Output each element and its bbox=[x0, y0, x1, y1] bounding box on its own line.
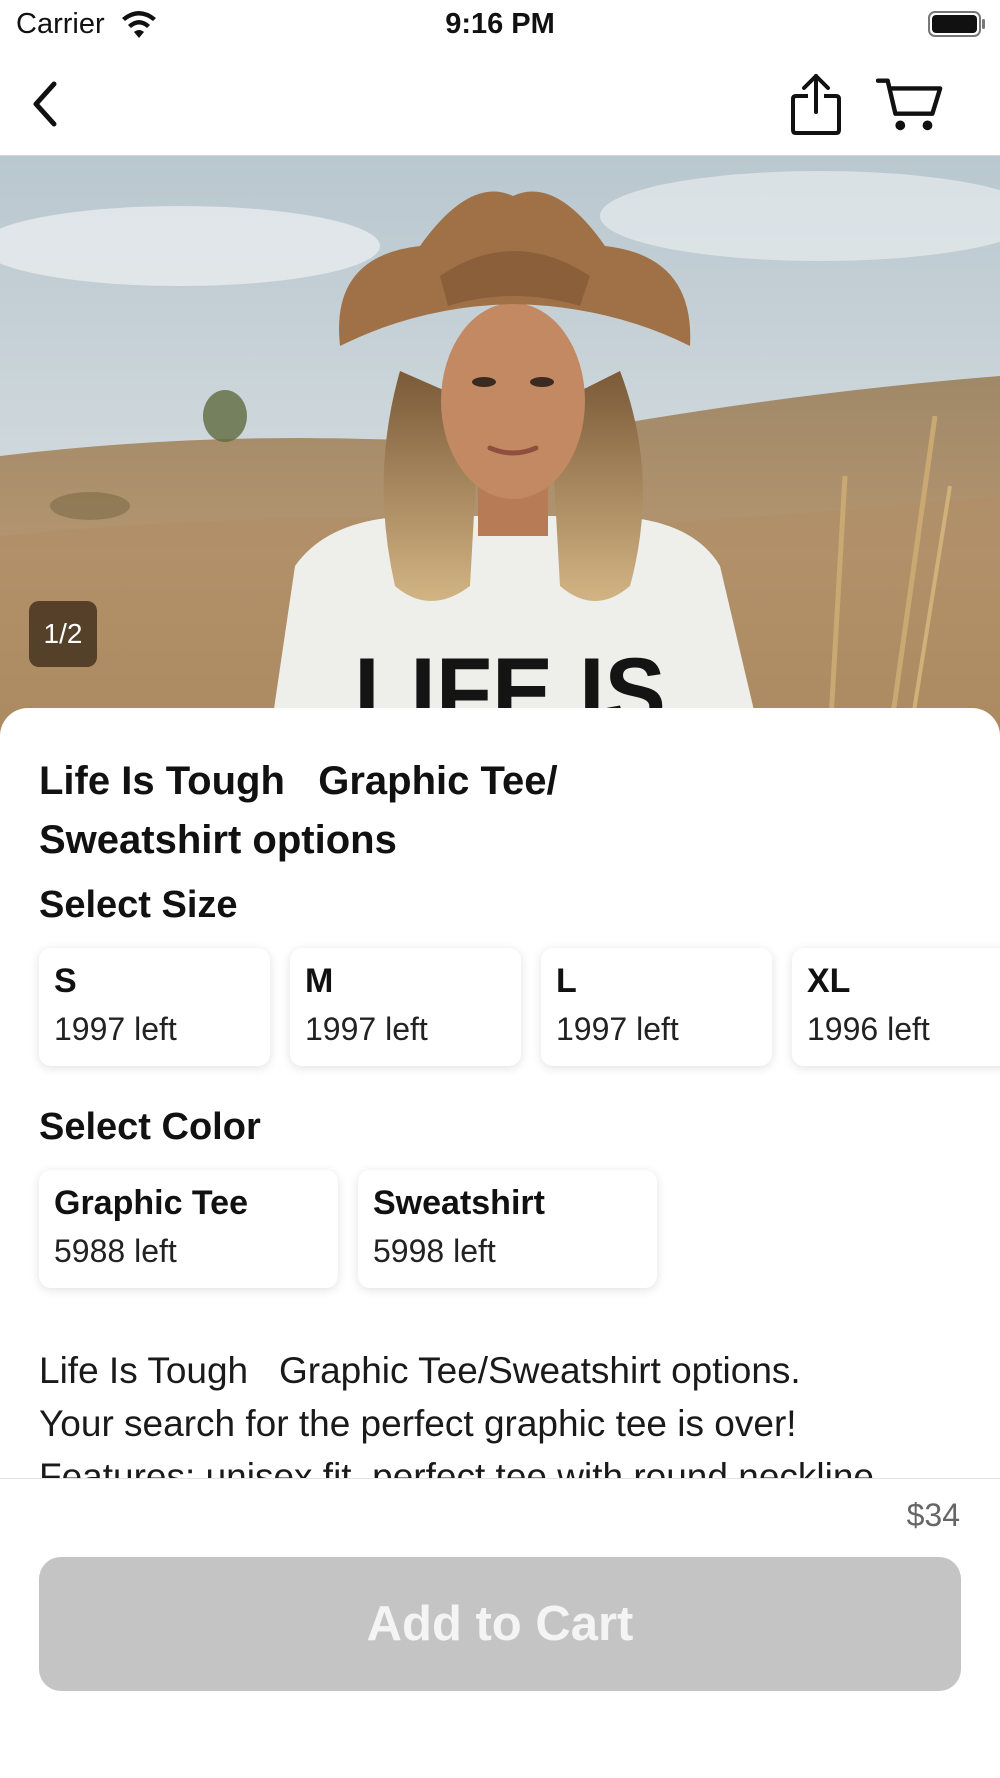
size-option-l[interactable]: L 1997 left bbox=[541, 948, 772, 1066]
size-stock: 1997 left bbox=[556, 1011, 679, 1047]
color-stock: 5988 left bbox=[54, 1233, 177, 1269]
size-name: M bbox=[305, 962, 334, 1000]
share-button[interactable] bbox=[782, 70, 850, 138]
size-stock: 1997 left bbox=[305, 1011, 428, 1047]
size-stock: 1997 left bbox=[54, 1011, 177, 1047]
color-option-sweatshirt[interactable]: Sweatshirt 5998 left bbox=[358, 1170, 657, 1288]
size-option-xl[interactable]: XL 1996 left bbox=[792, 948, 1000, 1066]
checkout-bar: $34 Add to Cart bbox=[0, 1478, 1000, 1778]
select-color-label: Select Color bbox=[39, 1106, 261, 1148]
color-name: Sweatshirt bbox=[373, 1184, 545, 1222]
back-button[interactable] bbox=[12, 70, 80, 138]
size-name: XL bbox=[807, 962, 851, 1000]
select-size-label: Select Size bbox=[39, 884, 238, 926]
status-bar: Carrier 9:16 PM bbox=[0, 0, 1000, 52]
size-option-m[interactable]: M 1997 left bbox=[290, 948, 521, 1066]
cart-button[interactable] bbox=[876, 70, 944, 138]
chevron-left-icon bbox=[33, 81, 57, 127]
battery-icon bbox=[928, 11, 985, 37]
size-stock: 1996 left bbox=[807, 1011, 930, 1047]
image-counter-badge: 1/2 bbox=[29, 601, 97, 667]
product-photo: LIFE IS bbox=[0, 156, 1000, 736]
size-options: S 1997 left M 1997 left L 1997 left XL 1… bbox=[39, 948, 1000, 1088]
price-label: $34 bbox=[906, 1497, 960, 1533]
product-title: Life Is Tough Graphic Tee/ Sweatshirt op… bbox=[39, 759, 558, 862]
size-option-s[interactable]: S 1997 left bbox=[39, 948, 270, 1066]
size-name: S bbox=[54, 962, 77, 1000]
color-options: Graphic Tee 5988 left Sweatshirt 5998 le… bbox=[39, 1170, 657, 1310]
cart-icon bbox=[876, 78, 943, 131]
color-stock: 5998 left bbox=[373, 1233, 496, 1269]
nav-bar bbox=[0, 52, 1000, 156]
color-option-graphic-tee[interactable]: Graphic Tee 5988 left bbox=[39, 1170, 338, 1288]
size-name: L bbox=[556, 962, 577, 1000]
share-icon bbox=[791, 74, 841, 135]
product-details-sheet: Life Is Tough Graphic Tee/ Sweatshirt op… bbox=[0, 708, 1000, 1488]
product-description: Life Is Tough Graphic Tee/Sweatshirt opt… bbox=[39, 1350, 874, 1488]
color-name: Graphic Tee bbox=[54, 1184, 248, 1222]
product-image[interactable]: LIFE IS bbox=[0, 156, 1000, 736]
add-to-cart-button[interactable]: Add to Cart bbox=[39, 1557, 961, 1691]
status-time: 9:16 PM bbox=[445, 8, 555, 40]
